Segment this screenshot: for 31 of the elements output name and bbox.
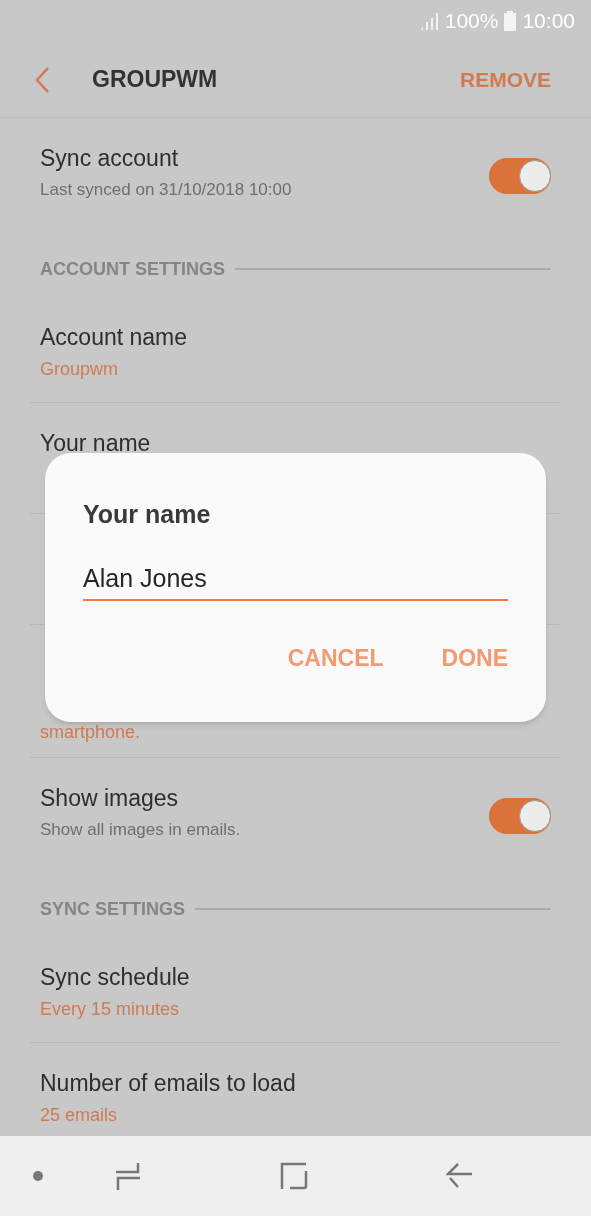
section-header: ACCOUNT SETTINGS <box>40 258 225 281</box>
setting-title: Number of emails to load <box>40 1069 297 1098</box>
dot-icon[interactable] <box>32 1170 44 1182</box>
setting-row[interactable]: Sync schedule Every 15 minutes <box>30 937 561 1043</box>
setting-row[interactable]: Show images Show all images in emails. <box>30 758 561 870</box>
dialog-title: Your name <box>83 499 212 529</box>
signal-icon <box>418 11 439 31</box>
setting-value: Every 15 minutes <box>40 998 181 1021</box>
battery-icon <box>504 11 517 31</box>
screen-title: GROUPWM <box>92 65 219 95</box>
home-icon[interactable] <box>280 1162 308 1190</box>
toggle-switch[interactable] <box>489 158 551 194</box>
setting-value: Groupwm <box>40 358 120 381</box>
setting-row[interactable]: Account name Groupwm <box>30 297 561 403</box>
setting-value: smartphone. <box>40 721 142 744</box>
setting-row[interactable]: Sync account Last synced on 31/10/2018 10:00 <box>30 118 561 230</box>
setting-description: Show all images in emails. <box>40 819 242 841</box>
setting-description: Last synced on 31/10/2018 10:00 <box>40 179 293 201</box>
back-icon <box>34 65 50 94</box>
back-arrow-icon[interactable] <box>446 1162 474 1190</box>
name-input-field[interactable]: Alan Jones <box>83 561 508 601</box>
setting-title: Show images <box>40 784 180 813</box>
section-header: SYNC SETTINGS <box>40 898 186 921</box>
setting-value: 25 emails <box>40 1104 119 1127</box>
setting-title: Account name <box>40 323 189 352</box>
setting-title: Sync schedule <box>40 963 191 992</box>
setting-title: Sync account <box>40 144 180 173</box>
toggle-switch[interactable] <box>489 798 551 834</box>
setting-title: Your name <box>40 429 152 458</box>
recent-apps-icon[interactable] <box>114 1161 142 1191</box>
setting-row[interactable]: Number of emails to load 25 emails <box>30 1043 561 1136</box>
